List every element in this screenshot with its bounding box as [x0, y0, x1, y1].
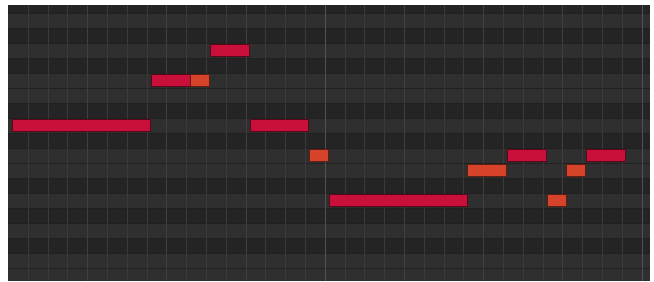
grid-line: [67, 5, 68, 281]
grid-line: [602, 5, 603, 281]
key-row[interactable]: [8, 5, 650, 14]
grid-line: [582, 5, 583, 281]
key-row[interactable]: [8, 269, 650, 281]
note-block[interactable]: [190, 74, 210, 87]
grid-line: [285, 5, 286, 281]
grid-line: [562, 5, 563, 281]
grid-line: [127, 5, 128, 281]
key-row[interactable]: [8, 44, 650, 59]
key-row[interactable]: [8, 89, 650, 104]
key-row[interactable]: [8, 164, 650, 179]
grid-line: [206, 5, 207, 281]
grid-line: [463, 5, 464, 281]
note-block[interactable]: [467, 164, 507, 177]
key-row[interactable]: [8, 179, 650, 194]
key-row[interactable]: [8, 59, 650, 74]
grid-line: [503, 5, 504, 281]
note-block[interactable]: [250, 119, 309, 132]
note-block[interactable]: [210, 44, 250, 57]
key-row[interactable]: [8, 134, 650, 149]
grid-line: [345, 5, 346, 281]
grid-line: [483, 5, 484, 281]
grid-line: [364, 5, 365, 281]
grid-line: [87, 5, 88, 281]
grid-line: [543, 5, 544, 281]
grid-line: [305, 5, 306, 281]
bar-line: [325, 5, 326, 281]
grid-line: [404, 5, 405, 281]
grid-line: [444, 5, 445, 281]
note-block[interactable]: [12, 119, 151, 132]
grid-line: [48, 5, 49, 281]
note-block[interactable]: [586, 149, 626, 162]
note-block[interactable]: [566, 164, 586, 177]
grid-line: [186, 5, 187, 281]
grid-line: [622, 5, 623, 281]
key-row[interactable]: [8, 104, 650, 119]
key-row[interactable]: [8, 254, 650, 269]
grid-line: [384, 5, 385, 281]
bar-line: [642, 5, 643, 281]
note-block[interactable]: [151, 74, 191, 87]
grid-line: [523, 5, 524, 281]
grid-line: [147, 5, 148, 281]
key-row[interactable]: [8, 74, 650, 89]
note-grid[interactable]: [8, 5, 650, 281]
note-block[interactable]: [309, 149, 329, 162]
note-block[interactable]: [329, 194, 468, 207]
grid-line: [424, 5, 425, 281]
grid-line: [265, 5, 266, 281]
grid-line: [166, 5, 167, 281]
piano-roll[interactable]: [0, 0, 654, 282]
key-row[interactable]: [8, 224, 650, 239]
left-edge: [0, 0, 6, 282]
key-row[interactable]: [8, 149, 650, 164]
grid-line: [28, 5, 29, 281]
grid-line: [107, 5, 108, 281]
note-block[interactable]: [547, 194, 567, 207]
key-row[interactable]: [8, 14, 650, 29]
key-row[interactable]: [8, 239, 650, 254]
note-block[interactable]: [507, 149, 547, 162]
key-row[interactable]: [8, 209, 650, 224]
key-row[interactable]: [8, 29, 650, 44]
